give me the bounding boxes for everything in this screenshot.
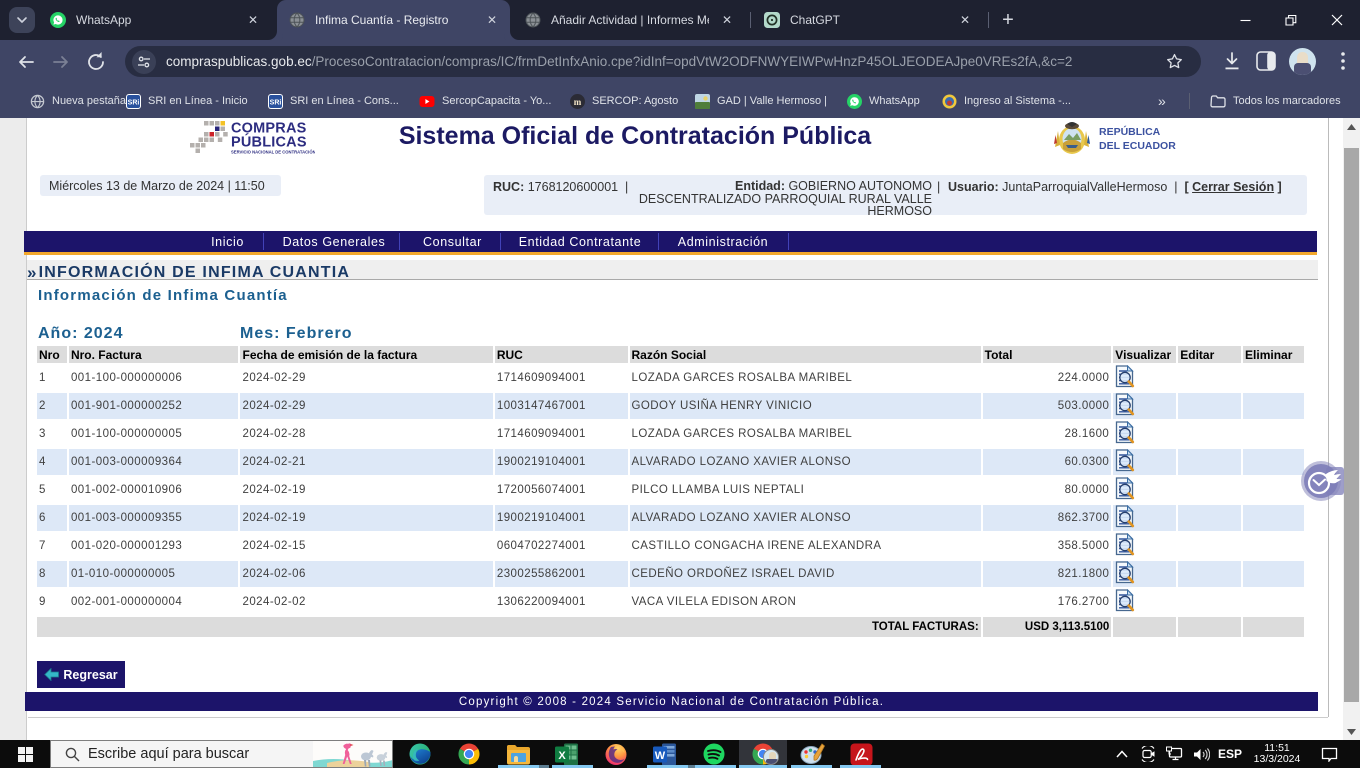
- svg-text:W: W: [655, 750, 666, 762]
- svg-text:SRi: SRi: [270, 99, 282, 106]
- svg-text:REPÚBLICA: REPÚBLICA: [1099, 125, 1161, 138]
- svg-text:m: m: [574, 97, 582, 107]
- svg-text:SRi: SRi: [128, 99, 140, 106]
- svg-text:X: X: [558, 750, 566, 762]
- svg-text:DEL ECUADOR: DEL ECUADOR: [1099, 140, 1176, 152]
